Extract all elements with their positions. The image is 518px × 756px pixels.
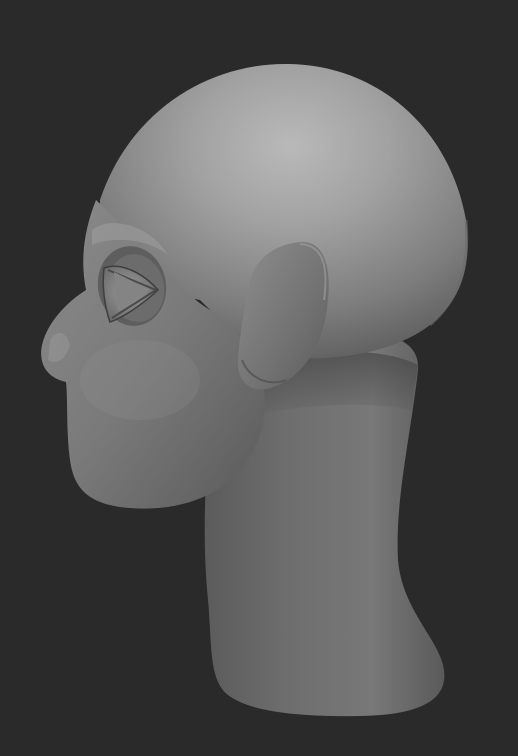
head-sculpt-render: [41, 63, 469, 717]
sculpt-viewport[interactable]: [0, 0, 518, 756]
